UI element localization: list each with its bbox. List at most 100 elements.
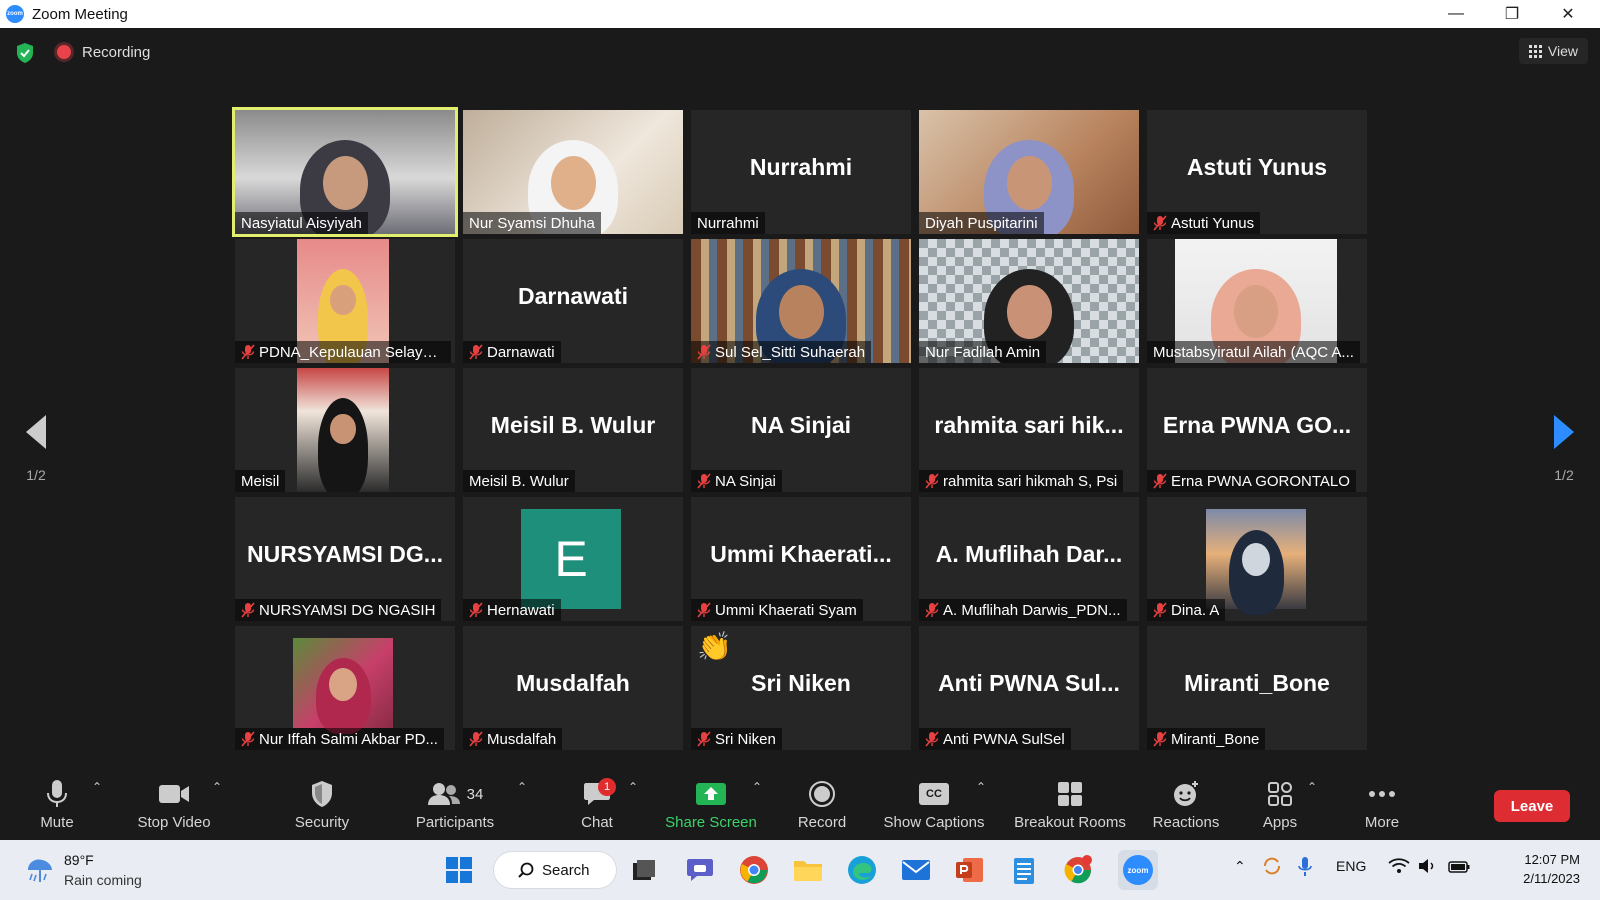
more-button[interactable]: More [1360,768,1404,840]
participant-name-label: Ummi Khaerati Syam [691,599,863,621]
minimize-button[interactable]: — [1428,0,1484,28]
restore-button[interactable]: ❐ [1484,0,1540,28]
participant-tile[interactable]: Nasyiatul Aisyiyah [232,107,458,237]
chat-button[interactable]: Chat [574,768,620,840]
chat-options-caret-icon[interactable]: ⌃ [628,780,638,794]
system-clock[interactable]: 12:07 PM 2/11/2023 [1523,850,1580,888]
sync-status-icon[interactable] [1262,856,1282,879]
participant-tile[interactable]: Anti PWNA Sul... Anti PWNA SulSel [919,626,1139,750]
video-options-caret-icon[interactable]: ⌃ [212,780,222,794]
participant-name-label: Diyah Puspitarini [919,212,1044,234]
weather-description[interactable]: Rain coming [64,872,142,888]
participant-tile[interactable]: Nur Iffah Salmi Akbar PD... [235,626,455,750]
participant-tile[interactable]: Darnawati Darnawati [463,239,683,363]
muted-mic-icon [925,473,939,489]
participant-tile[interactable]: Astuti Yunus Astuti Yunus [1147,110,1367,234]
participant-tile[interactable]: Meisil B. Wulur Meisil B. Wulur [463,368,683,492]
participant-name-label: Darnawati [463,341,561,363]
participants-button[interactable]: 34 Participants [412,768,498,840]
apps-label: Apps [1262,814,1298,831]
avatar: E [521,509,621,609]
language-indicator[interactable]: ENG [1336,858,1366,874]
participants-options-caret-icon[interactable]: ⌃ [517,780,527,794]
participant-tile[interactable]: rahmita sari hik... rahmita sari hikmah S… [919,368,1139,492]
participant-tile[interactable]: Mustabsyiratul Ailah (AQC A... [1147,239,1367,363]
chrome-icon[interactable] [736,852,772,888]
chat-unread-badge: 1 [598,778,616,796]
share-screen-button[interactable]: Share Screen [664,768,758,840]
chrome-profile-icon[interactable] [1060,852,1096,888]
participant-tile[interactable]: Nur Syamsi Dhuha [463,110,683,234]
microphone-tray-icon[interactable] [1298,856,1312,881]
participant-tile[interactable]: PDNA_Kepulauan Selayar... [235,239,455,363]
participant-tile[interactable]: Ummi Khaerati... Ummi Khaerati Syam [691,497,911,621]
close-button[interactable]: ✕ [1540,0,1596,28]
participant-display-name: rahmita sari hik... [934,412,1124,438]
chat-label: Chat [581,814,613,831]
participant-tile[interactable]: Miranti_Bone Miranti_Bone [1147,626,1367,750]
stop-video-button[interactable]: Stop Video [132,768,216,840]
participant-tile[interactable]: Nurrahmi Nurrahmi [691,110,911,234]
page-indicator-right: 1/2 [1554,467,1574,483]
wifi-icon[interactable] [1388,858,1410,877]
show-hidden-icons-chevron-icon[interactable]: ⌃ [1234,858,1246,875]
leave-button[interactable]: Leave [1494,790,1570,822]
recording-label[interactable]: Recording [82,44,150,61]
windows-taskbar: 89°F Rain coming Search zoom ⌃ ENG 12:07… [0,840,1600,900]
teams-chat-icon[interactable] [682,852,718,888]
zoom-app-icon: zoom [1123,855,1153,885]
task-view-icon[interactable] [626,852,662,888]
mute-button[interactable]: Mute [32,768,82,840]
participant-tile[interactable]: NURSYAMSI DG... NURSYAMSI DG NGASIH [235,497,455,621]
participant-name: Nur Fadilah Amin [925,343,1041,361]
previous-page[interactable]: 1/2 [16,415,56,483]
participant-tile[interactable]: NA Sinjai NA Sinjai [691,368,911,492]
participant-name-label: Astuti Yunus [1147,212,1261,234]
battery-icon[interactable] [1448,860,1470,876]
powerpoint-icon[interactable] [952,852,988,888]
participant-name: NURSYAMSI DG NGASIH [259,601,436,619]
record-button[interactable]: Record [794,768,850,840]
apps-options-caret-icon[interactable]: ⌃ [1307,780,1317,794]
participant-name-label: Dina. A [1147,599,1226,621]
mute-options-caret-icon[interactable]: ⌃ [92,780,102,794]
windows-start-icon[interactable] [441,852,477,888]
mail-icon[interactable] [898,852,934,888]
participant-name-label: Meisil [235,470,286,492]
arrow-right-icon[interactable] [1554,415,1574,449]
view-button[interactable]: View [1518,38,1588,64]
participant-tile[interactable]: Sri Niken 👏 Sri Niken [691,626,911,750]
breakout-rooms-button[interactable]: Breakout Rooms [1006,768,1134,840]
participant-tile[interactable]: Musdalfah Musdalfah [463,626,683,750]
apps-button[interactable]: Apps [1256,768,1304,840]
share-screen-icon [696,783,726,805]
taskbar-search-box[interactable]: Search [494,852,616,888]
participant-tile[interactable]: Erna PWNA GO... Erna PWNA GORONTALO [1147,368,1367,492]
reactions-button[interactable]: Reactions [1146,768,1226,840]
participant-tile[interactable]: Dina. A [1147,497,1367,621]
participant-tile[interactable]: A. Muflihah Dar... A. Muflihah Darwis_PDN… [919,497,1139,621]
weather-rain-icon[interactable] [24,854,56,886]
encryption-shield-icon[interactable] [15,42,35,64]
participant-tile[interactable]: E Hernawati [463,497,683,621]
notepad-icon[interactable] [1006,852,1042,888]
muted-mic-icon [1153,473,1167,489]
share-options-caret-icon[interactable]: ⌃ [752,780,762,794]
edge-icon[interactable] [844,852,880,888]
zoom-taskbar-icon[interactable]: zoom [1118,850,1158,890]
captions-options-caret-icon[interactable]: ⌃ [976,780,986,794]
weather-temperature[interactable]: 89°F [64,852,94,868]
file-explorer-icon[interactable] [790,852,826,888]
volume-icon[interactable] [1418,858,1440,877]
arrow-left-icon[interactable] [26,415,46,449]
clock-time: 12:07 PM [1524,852,1580,867]
record-icon [809,781,835,807]
participant-tile[interactable]: Diyah Puspitarini [919,110,1139,234]
participant-tile[interactable]: Nur Fadilah Amin [919,239,1139,363]
security-button[interactable]: Security [290,768,354,840]
taskbar-search-label: Search [542,861,590,879]
show-captions-button[interactable]: CC Show Captions [880,768,988,840]
participant-tile[interactable]: Meisil [235,368,455,492]
participant-tile[interactable]: Sul Sel_Sitti Suhaerah [691,239,911,363]
next-page[interactable]: 1/2 [1544,415,1584,483]
